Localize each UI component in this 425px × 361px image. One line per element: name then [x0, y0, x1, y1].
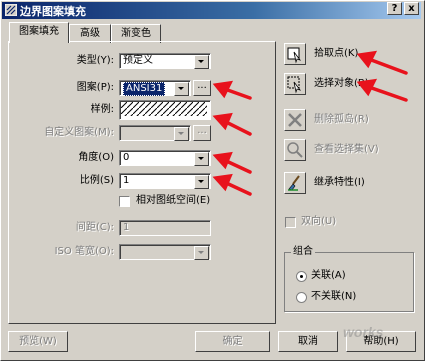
pick-point-button[interactable]: [284, 43, 306, 65]
swatch-label: 样例:: [90, 104, 114, 115]
cancel-button[interactable]: 取消: [278, 331, 338, 352]
pattern-label: 图案(P):: [76, 82, 114, 93]
pattern-value: ANSI31: [123, 82, 166, 96]
title-bar[interactable]: 边界图案填充: [2, 2, 421, 19]
pick-point-label: 拾取点(K): [314, 48, 359, 59]
app-icon: [5, 4, 17, 16]
custom-pattern-label: 自定义图案(M):: [44, 127, 114, 138]
ok-button[interactable]: 确定: [195, 331, 270, 352]
chevron-down-icon[interactable]: [194, 152, 209, 166]
chevron-down-icon[interactable]: [174, 127, 189, 141]
composition-title: 组合: [291, 245, 315, 259]
view-selection-button[interactable]: [284, 139, 306, 161]
delete-x-icon: [288, 113, 302, 127]
inherit-properties-label: 继承特性(I): [314, 177, 365, 188]
relative-paperspace-label: 相对图纸空间(E): [136, 195, 211, 206]
double-label: 双向(U): [301, 216, 337, 227]
nonassociative-label: 不关联(N): [311, 291, 357, 302]
relative-paperspace-checkbox[interactable]: [119, 196, 130, 207]
scale-label: 比例(S): [79, 175, 114, 186]
nonassociative-radio[interactable]: [296, 292, 307, 303]
select-objects-button[interactable]: [284, 73, 306, 95]
custom-pattern-browse-button[interactable]: ...: [193, 125, 211, 141]
pattern-swatch[interactable]: [119, 100, 211, 120]
associative-radio[interactable]: [296, 271, 307, 282]
chevron-down-icon[interactable]: [174, 82, 189, 96]
view-selection-label: 查看选择集(V): [314, 144, 379, 155]
hatch-swatch-icon: [121, 102, 207, 116]
custom-pattern-select[interactable]: [119, 125, 191, 141]
angle-value: 0: [123, 152, 130, 163]
close-button[interactable]: x: [404, 2, 419, 15]
brush-icon: [288, 175, 300, 191]
double-checkbox[interactable]: [285, 217, 296, 228]
angle-label: 角度(O): [78, 152, 114, 163]
tab-hatch[interactable]: 图案填充: [9, 22, 69, 43]
remove-islands-label: 删除孤岛(R): [314, 114, 369, 125]
type-select[interactable]: 预定义: [119, 53, 211, 69]
pick-point-icon: [287, 47, 302, 64]
watermark: works: [343, 324, 384, 340]
remove-islands-button[interactable]: [284, 109, 306, 131]
chevron-down-icon[interactable]: [194, 55, 209, 69]
type-label: 类型(Y):: [76, 55, 114, 66]
help-title-button[interactable]: ?: [387, 2, 402, 15]
window-title: 边界图案填充: [20, 5, 86, 18]
spacing-value: 1: [123, 222, 130, 233]
chevron-down-icon[interactable]: [194, 246, 209, 260]
scale-select[interactable]: 1: [119, 173, 211, 189]
associative-label: 关联(A): [311, 270, 346, 281]
type-value: 预定义: [123, 55, 153, 66]
inherit-properties-button[interactable]: [284, 172, 306, 194]
spacing-input[interactable]: 1: [119, 220, 211, 236]
chevron-down-icon[interactable]: [194, 175, 209, 189]
preview-button[interactable]: 预览(W): [8, 331, 68, 352]
iso-pen-width-label: ISO 笔宽(O):: [54, 246, 114, 257]
magnifier-icon: [287, 142, 303, 158]
spacing-label: 间距(C):: [75, 222, 114, 233]
angle-select[interactable]: 0: [119, 150, 211, 166]
select-objects-icon: [287, 76, 302, 94]
iso-pen-width-select[interactable]: [119, 244, 211, 260]
pattern-browse-button[interactable]: ...: [193, 80, 211, 96]
select-objects-label: 选择对象(B): [314, 78, 369, 89]
pattern-select[interactable]: ANSI31: [119, 80, 191, 96]
scale-value: 1: [123, 175, 130, 186]
